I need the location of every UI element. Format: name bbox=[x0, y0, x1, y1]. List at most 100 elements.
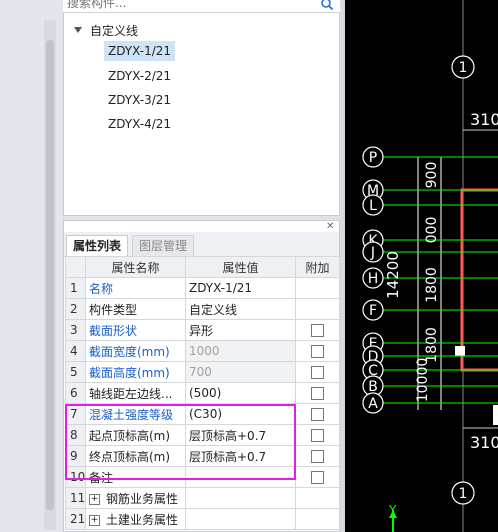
row-number: 4 bbox=[65, 340, 86, 362]
table-row[interactable]: 9 终点顶标高(m) 层顶标高+0.7 bbox=[65, 445, 340, 467]
group-label: 土建业务属性 bbox=[106, 512, 179, 527]
search-input[interactable] bbox=[67, 0, 307, 11]
table-row[interactable]: 2 构件类型 自定义线 bbox=[65, 298, 340, 320]
property-value[interactable]: ZDYX-1/21 bbox=[185, 277, 296, 299]
table-row[interactable]: 7 混凝土强度等级 (C30) bbox=[65, 403, 340, 425]
tree-item-label: ZDYX-2/21 bbox=[108, 69, 172, 83]
column-header: 属性名称 bbox=[85, 256, 186, 278]
attach-checkbox[interactable] bbox=[311, 324, 324, 337]
axis-label: J bbox=[370, 245, 375, 261]
table-row[interactable]: 6 轴线距左边线... (500) bbox=[65, 382, 340, 404]
property-value[interactable]: 层顶标高+0.7 bbox=[185, 445, 296, 467]
axis-label: F bbox=[369, 303, 377, 319]
expand-plus-icon[interactable]: + bbox=[89, 493, 100, 505]
expand-plus-icon[interactable]: + bbox=[89, 514, 100, 526]
dimension-fragment: 000 bbox=[424, 217, 440, 244]
cad-drawing-area[interactable]: 1 310 310 1 Y PMLKJHFEDCBA 14200 900 000… bbox=[345, 0, 498, 532]
property-name: 构件类型 bbox=[85, 298, 186, 320]
dimension-label-top: 310 bbox=[470, 110, 498, 129]
tree-item-label: ZDYX-3/21 bbox=[108, 93, 172, 107]
close-icon[interactable]: ✕ bbox=[326, 222, 336, 232]
row-number: 7 bbox=[65, 403, 86, 425]
property-value[interactable] bbox=[185, 487, 296, 509]
property-name: 名称 bbox=[85, 277, 186, 299]
row-number: 3 bbox=[65, 319, 86, 341]
row-number: 8 bbox=[65, 424, 86, 446]
axis-label: A bbox=[368, 396, 378, 412]
property-name: + 钢筋业务属性 bbox=[85, 487, 186, 509]
property-value[interactable]: 700 bbox=[185, 361, 296, 383]
table-row[interactable]: 4 截面宽度(mm) 1000 bbox=[65, 340, 340, 362]
tree-item[interactable]: ZDYX-2/21 bbox=[104, 66, 175, 86]
row-number: 1 bbox=[65, 277, 86, 299]
column-header: 附加 bbox=[295, 256, 340, 278]
tab-layers[interactable]: 图层管理 bbox=[132, 235, 195, 256]
table-row[interactable]: 1 名称 ZDYX-1/21 bbox=[65, 277, 340, 299]
attach-checkbox[interactable] bbox=[311, 366, 324, 379]
attach-cell bbox=[295, 382, 340, 404]
tree-item[interactable]: ZDYX-1/21 bbox=[104, 41, 176, 61]
attach-checkbox[interactable] bbox=[311, 471, 324, 484]
dimension-fragment: 900 bbox=[424, 162, 440, 189]
table-row[interactable]: 3 截面形状 异形 bbox=[65, 319, 340, 341]
property-value[interactable]: 层顶标高+0.7 bbox=[185, 424, 296, 446]
property-value[interactable] bbox=[185, 466, 296, 488]
property-value[interactable]: 1000 bbox=[185, 340, 296, 362]
tree-item[interactable]: ZDYX-4/21 bbox=[104, 114, 175, 134]
wall-marker bbox=[493, 405, 498, 425]
attach-cell bbox=[295, 361, 340, 383]
property-name: 混凝土强度等级 bbox=[85, 403, 186, 425]
row-number: 2 bbox=[65, 298, 86, 320]
table-row[interactable]: 5 截面高度(mm) 700 bbox=[65, 361, 340, 383]
table-row[interactable]: 11 + 钢筋业务属性 bbox=[65, 487, 340, 509]
axis-label-top: 1 bbox=[459, 60, 468, 76]
table-row[interactable]: 21 + 土建业务属性 bbox=[65, 508, 340, 530]
y-axis-label: Y bbox=[388, 503, 397, 517]
column-header: 属性值 bbox=[185, 256, 296, 278]
property-value[interactable]: (500) bbox=[185, 382, 296, 404]
tree-root-node[interactable]: 自定义线 bbox=[74, 22, 138, 38]
table-row[interactable]: 10 备注 bbox=[65, 466, 340, 488]
property-name: 截面高度(mm) bbox=[85, 361, 186, 383]
attach-cell bbox=[295, 508, 340, 530]
tree-root-label: 自定义线 bbox=[90, 23, 139, 38]
properties-table: 属性名称 属性值 附加 1 名称 ZDYX-1/21 2 构件类型 自定义线 3 截面形状 异形… bbox=[65, 256, 340, 530]
dimension-total: 14200 bbox=[384, 251, 402, 299]
attach-cell bbox=[295, 340, 340, 362]
axis-label: H bbox=[368, 271, 379, 287]
tab-properties[interactable]: 属性列表 bbox=[66, 235, 129, 256]
row-number: 5 bbox=[65, 361, 86, 383]
tree-item-label: ZDYX-4/21 bbox=[108, 117, 172, 131]
property-value[interactable]: 异形 bbox=[185, 319, 296, 341]
attach-checkbox[interactable] bbox=[311, 408, 324, 421]
attach-checkbox[interactable] bbox=[311, 450, 324, 463]
tree-item[interactable]: ZDYX-3/21 bbox=[104, 90, 175, 110]
property-value[interactable]: (C30) bbox=[185, 403, 296, 425]
row-number: 10 bbox=[65, 466, 86, 488]
axis-label: L bbox=[369, 198, 377, 214]
expand-arrow-icon[interactable] bbox=[74, 27, 82, 33]
attach-checkbox[interactable] bbox=[311, 429, 324, 442]
search-box bbox=[63, 0, 340, 13]
table-row[interactable]: 8 起点顶标高(m) 层顶标高+0.7 bbox=[65, 424, 340, 446]
property-value[interactable]: 自定义线 bbox=[185, 298, 296, 320]
row-number: 6 bbox=[65, 382, 86, 404]
dimension-label-bottom: 310 bbox=[470, 433, 498, 452]
left-scrollbar-thumb[interactable] bbox=[46, 40, 54, 510]
property-name: 起点顶标高(m) bbox=[85, 424, 186, 446]
attach-cell bbox=[295, 277, 340, 299]
attach-cell bbox=[295, 424, 340, 446]
cad-canvas[interactable]: 1 310 310 1 Y PMLKJHFEDCBA 14200 900 000… bbox=[345, 0, 498, 532]
attach-checkbox[interactable] bbox=[311, 345, 324, 358]
property-name: 终点顶标高(m) bbox=[85, 445, 186, 467]
row-number: 21 bbox=[65, 508, 86, 530]
property-value[interactable] bbox=[185, 508, 296, 530]
search-icon[interactable] bbox=[320, 0, 334, 11]
row-number: 9 bbox=[65, 445, 86, 467]
property-name: 轴线距左边线... bbox=[85, 382, 186, 404]
axis-label: P bbox=[369, 150, 377, 166]
attach-checkbox[interactable] bbox=[311, 387, 324, 400]
attach-cell bbox=[295, 466, 340, 488]
table-header-row: 属性名称 属性值 附加 bbox=[65, 256, 340, 278]
row-number: 11 bbox=[65, 487, 86, 509]
